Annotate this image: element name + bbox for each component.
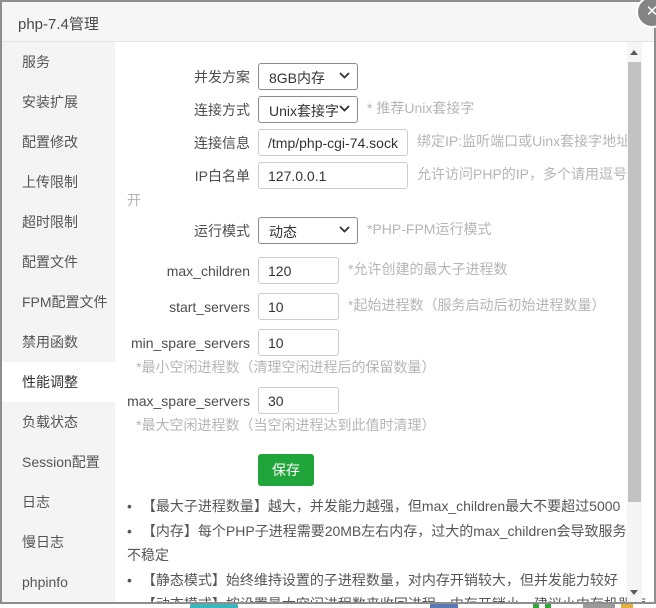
input-连接信息[interactable] [258, 129, 408, 156]
note-item: • 【静态模式】始终维持设置的子进程数量，对内存开销较大，但并发能力较好 [127, 568, 646, 593]
note-text: 【静态模式】始终维持设置的子进程数量，对内存开销较大，但并发能力较好 [142, 572, 618, 588]
sidebar-item-负载状态[interactable]: 负载状态 [2, 402, 115, 442]
form-row-连接方式: 连接方式 Unix套接字 * 推荐Unix套接字 [127, 96, 646, 123]
sidebar-item-phpinfo[interactable]: phpinfo [2, 562, 115, 602]
sidebar-item-服务[interactable]: 服务 [2, 42, 115, 82]
input-start_servers[interactable] [258, 293, 339, 320]
sidebar-item-慢日志[interactable]: 慢日志 [2, 522, 115, 562]
form-row-连接信息: 连接信息 绑定IP:监听端口或Uinx套接字地址 [127, 129, 646, 156]
dialog-header: php-7.4管理 [2, 2, 654, 42]
field-hint: 绑定IP:监听端口或Uinx套接字地址 [417, 133, 630, 149]
bullet-icon: • [127, 572, 132, 588]
sidebar: 服务安装扩展配置修改上传限制超时限制配置文件FPM配置文件禁用函数性能调整负载状… [2, 42, 115, 602]
bullet-icon: • [127, 596, 132, 602]
field-label: min_spare_servers [127, 332, 250, 354]
sidebar-item-上传限制[interactable]: 上传限制 [2, 162, 115, 202]
sidebar-item-安装扩展[interactable]: 安装扩展 [2, 82, 115, 122]
form-row-min_spare_servers: min_spare_servers *最小空闲进程数（清理空闲进程后的保留数量） [127, 329, 646, 378]
dialog-title: php-7.4管理 [18, 13, 99, 34]
note-item: •【内存】每个PHP子进程需要20MB左右内存，过大的max_children会… [127, 519, 646, 568]
content-panel: 并发方案 8GB内存连接方式 Unix套接字 * 推荐Unix套接字连接信息 绑定IP:… [115, 42, 654, 602]
sidebar-item-Session配置[interactable]: Session配置 [2, 442, 115, 482]
note-text: 【最大子进程数量】越大，并发能力越强，但max_children最大不要超过50… [142, 498, 620, 514]
sidebar-item-配置修改[interactable]: 配置修改 [2, 122, 115, 162]
form-row-max_spare_servers: max_spare_servers *最大空闲进程数（当空闲进程达到此值时清理） [127, 387, 646, 436]
sidebar-item-日志[interactable]: 日志 [2, 482, 115, 522]
notes-list: • 【最大子进程数量】越大，并发能力越强，但max_children最大不要超过5… [127, 494, 646, 602]
field-hint: *允许创建的最大子进程数 [348, 261, 507, 277]
performance-form: 并发方案 8GB内存连接方式 Unix套接字 * 推荐Unix套接字连接信息 绑定IP:… [127, 63, 646, 436]
field-label: 连接方式 [127, 99, 250, 121]
field-label: IP白名单 [127, 165, 250, 187]
form-row-IP白名单: IP白名单允许访问PHP的IP，多个请用逗号隔开 [127, 162, 646, 211]
sidebar-item-性能调整[interactable]: 性能调整 [2, 362, 115, 402]
scrollbar-thumb[interactable] [628, 62, 641, 502]
field-label: 连接信息 [127, 132, 250, 154]
field-label: max_children [127, 260, 250, 282]
field-hint: *PHP-FPM运行模式 [367, 221, 491, 237]
field-label: max_spare_servers [127, 390, 250, 412]
field-label: 运行模式 [127, 220, 250, 242]
chevron-down-icon [339, 72, 350, 79]
note-text: 【动态模式】按设置最大空闲进程数来收回进程，内存开销小，建议小内存机器使用 [127, 596, 646, 602]
form-row-并发方案: 并发方案 8GB内存 [127, 63, 646, 90]
dialog-body: 服务安装扩展配置修改上传限制超时限制配置文件FPM配置文件禁用函数性能调整负载状… [2, 42, 654, 602]
chevron-down-icon [339, 226, 350, 233]
field-hint: *起始进程数（服务启动后初始进程数量） [348, 297, 605, 313]
field-hint: * 推荐Unix套接字 [367, 100, 474, 116]
bullet-icon: • [127, 498, 132, 514]
scroll-down-arrow-icon[interactable] [627, 584, 642, 600]
form-row-max_children: max_children *允许创建的最大子进程数 [127, 257, 646, 284]
form-row-运行模式: 运行模式 动态 *PHP-FPM运行模式 [127, 217, 646, 244]
close-icon: ✕ [646, 3, 656, 20]
select-运行模式[interactable]: 动态 [258, 217, 358, 244]
field-label: start_servers [127, 296, 250, 318]
field-hint: *最大空闲进程数（当空闲进程达到此值时清理） [136, 417, 435, 433]
input-max_children[interactable] [258, 257, 339, 284]
sidebar-item-禁用函数[interactable]: 禁用函数 [2, 322, 115, 362]
save-button[interactable]: 保存 [258, 454, 314, 486]
input-min_spare_servers[interactable] [258, 329, 339, 356]
note-item: •【动态模式】按设置最大空闲进程数来收回进程，内存开销小，建议小内存机器使用 [127, 592, 646, 602]
input-max_spare_servers[interactable] [258, 387, 339, 414]
note-text: 【内存】每个PHP子进程需要20MB左右内存，过大的max_children会导… [127, 523, 641, 564]
vertical-scrollbar[interactable] [627, 42, 642, 602]
chevron-down-icon [339, 105, 350, 112]
bullet-icon: • [127, 523, 132, 539]
php-manage-dialog: php-7.4管理 ✕ 服务安装扩展配置修改上传限制超时限制配置文件FPM配置文… [0, 0, 656, 604]
select-连接方式[interactable]: Unix套接字 [258, 96, 358, 123]
sidebar-item-配置文件[interactable]: 配置文件 [2, 242, 115, 282]
sidebar-item-FPM配置文件[interactable]: FPM配置文件 [2, 282, 115, 322]
scroll-up-arrow-icon[interactable] [627, 44, 642, 60]
form-row-start_servers: start_servers *起始进程数（服务启动后初始进程数量） [127, 293, 646, 320]
select-value: Unix套接字 [269, 103, 339, 119]
sidebar-item-超时限制[interactable]: 超时限制 [2, 202, 115, 242]
select-value: 动态 [269, 224, 297, 240]
select-value: 8GB内存 [269, 70, 325, 86]
field-hint: *最小空闲进程数（清理空闲进程后的保留数量） [136, 359, 435, 375]
note-item: • 【最大子进程数量】越大，并发能力越强，但max_children最大不要超过5… [127, 494, 646, 519]
field-label: 并发方案 [127, 66, 250, 88]
select-并发方案[interactable]: 8GB内存 [258, 63, 358, 90]
input-IP白名单[interactable] [258, 162, 408, 189]
